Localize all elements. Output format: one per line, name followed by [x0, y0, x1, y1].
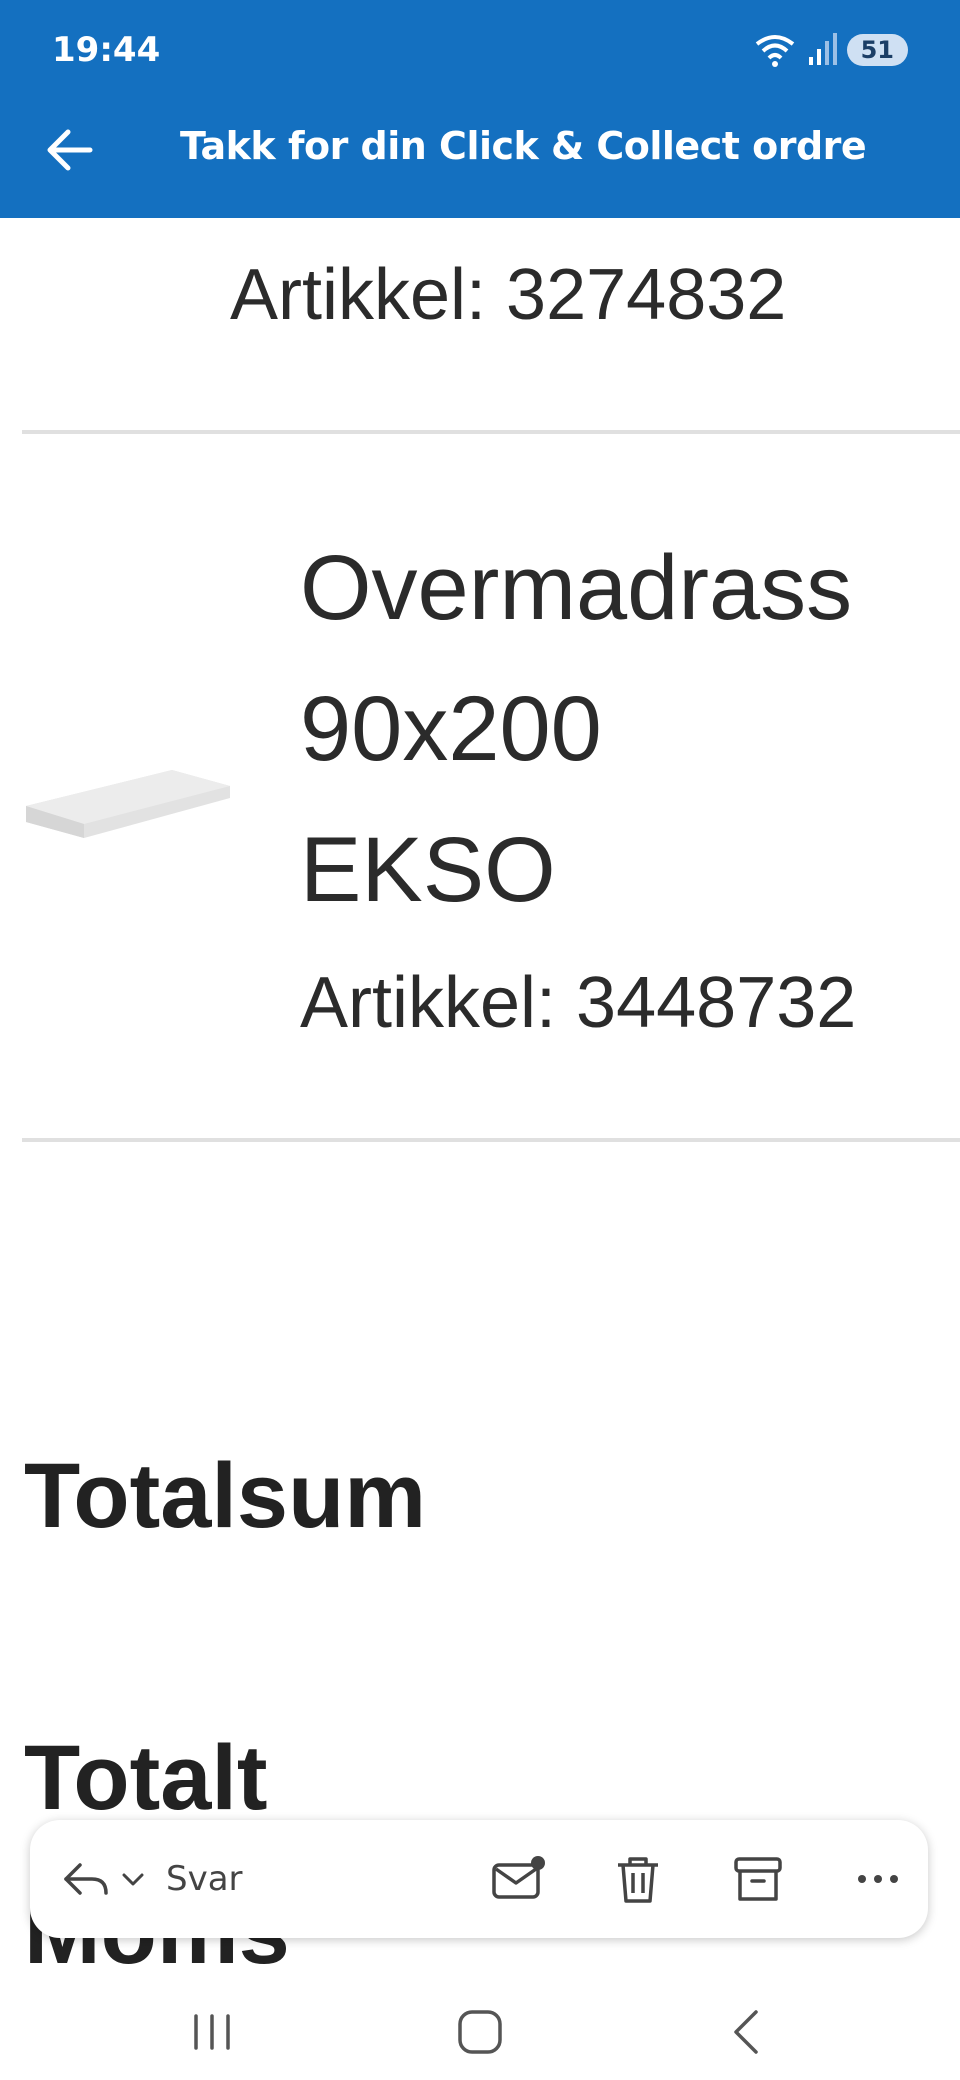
home-icon[interactable]	[450, 2004, 510, 2060]
signal-icon	[808, 33, 837, 65]
page-title: Takk for din Click & Collect ordre	[180, 124, 867, 168]
status-time: 19:44	[52, 30, 161, 70]
app-header: 19:44 51 Takk for din Click & Collect or…	[0, 0, 960, 218]
divider	[22, 1138, 960, 1142]
archive-icon[interactable]	[728, 1849, 788, 1909]
article-number: Artikkel: 3274832	[230, 255, 787, 335]
total-heading: Totalt	[24, 1727, 268, 1829]
chevron-down-icon[interactable]	[118, 1864, 148, 1894]
article-number: Artikkel: 3448732	[300, 963, 857, 1043]
status-icons: 51	[753, 30, 908, 70]
mattress-topper-image	[26, 770, 230, 838]
battery-indicator: 51	[846, 34, 908, 66]
product-name-line: Overmadrass	[300, 537, 853, 639]
more-icon[interactable]	[848, 1849, 908, 1909]
system-nav-bar	[0, 1978, 960, 2080]
reply-button[interactable]: Svar	[60, 1820, 243, 1938]
wifi-icon	[755, 35, 794, 67]
message-action-bar: Svar	[30, 1820, 928, 1938]
back-arrow-icon[interactable]	[40, 120, 100, 180]
divider	[22, 430, 960, 434]
product-name-line: 90x200	[300, 678, 602, 780]
total-sum-heading: Totalsum	[24, 1445, 427, 1547]
back-icon[interactable]	[718, 2004, 778, 2060]
reply-icon	[64, 1863, 108, 1895]
recent-apps-icon[interactable]	[182, 2004, 242, 2060]
mark-unread-icon[interactable]	[488, 1849, 548, 1909]
delete-icon[interactable]	[608, 1849, 668, 1909]
product-name: Overmadrass 90x200 EKSO	[300, 518, 852, 941]
email-body: Artikkel: 3274832 Overmadrass 90x200 EKS…	[0, 218, 960, 1978]
reply-label: Svar	[166, 1859, 243, 1899]
product-name-line: EKSO	[300, 819, 556, 921]
